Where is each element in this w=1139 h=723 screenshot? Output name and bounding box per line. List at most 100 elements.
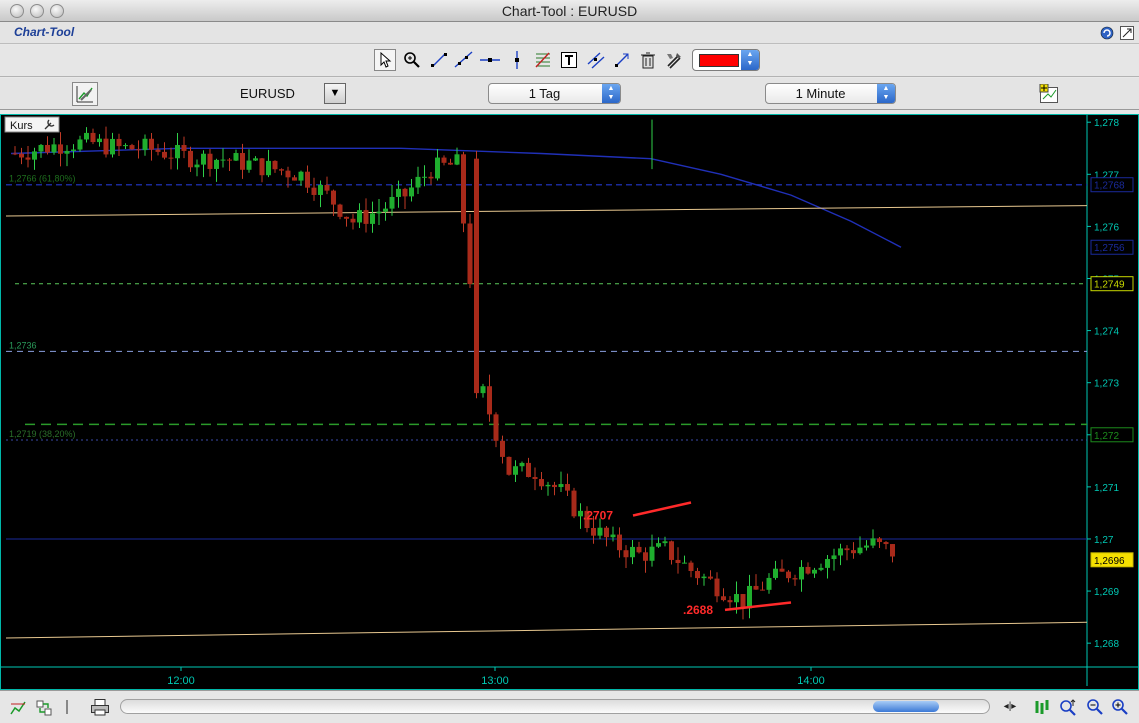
arrow-line-icon[interactable] [611, 49, 633, 71]
candle-body [324, 184, 330, 191]
zoom-out-icon[interactable] [1085, 698, 1105, 718]
candle-body [838, 548, 843, 556]
trash-icon[interactable] [637, 49, 659, 71]
candle-body [389, 196, 395, 209]
pointer-icon[interactable] [374, 49, 396, 71]
candle-body [214, 159, 219, 169]
candle-body [448, 162, 453, 165]
candle-body [487, 386, 492, 415]
indicator-icon[interactable] [8, 698, 28, 718]
candle-body [454, 154, 460, 165]
candle-body [526, 462, 531, 478]
annotation-line [632, 501, 692, 517]
color-stepper-icon: ▲ ▼ [741, 50, 759, 70]
candle-body [402, 188, 408, 197]
candle-body [805, 566, 811, 574]
candle-body [201, 153, 206, 165]
refresh-icon[interactable] [1100, 26, 1114, 40]
interval-select[interactable]: 1 Minute ▲ ▼ [765, 83, 896, 104]
candle-body [636, 546, 642, 553]
candle-body [519, 462, 525, 467]
line-color-swatch [699, 54, 739, 67]
horizontal-line-icon[interactable] [479, 49, 501, 71]
chart-settings-icon[interactable] [72, 82, 98, 106]
candle-body [227, 159, 232, 161]
candle-body [721, 596, 726, 601]
candle-body [747, 585, 752, 609]
tools-icon[interactable] [663, 49, 685, 71]
ray-line-icon[interactable] [452, 49, 474, 71]
parallel-lines-icon[interactable] [585, 49, 607, 71]
candle-body [441, 157, 447, 163]
candle-body [207, 153, 213, 169]
sync-icon[interactable] [34, 698, 54, 718]
candle-body [675, 559, 681, 564]
price-tick-label: 1,274 [1094, 327, 1119, 338]
candle-body [220, 159, 226, 161]
expand-icon[interactable] [1120, 26, 1134, 40]
annotation-label: .2688 [683, 603, 713, 617]
candle-body [558, 484, 564, 488]
print-icon[interactable] [90, 698, 110, 718]
candle-body [545, 484, 551, 487]
candle-body [532, 477, 538, 480]
moving-average-line [5, 205, 1088, 217]
candle-body [630, 546, 635, 558]
trend-line-icon[interactable] [428, 49, 450, 71]
candle-body [480, 386, 486, 394]
candle-body [552, 484, 557, 488]
candle-body [337, 204, 343, 217]
candle-body [350, 218, 356, 223]
window-title: Chart-Tool : EURUSD [501, 3, 638, 19]
candle-body [428, 176, 434, 179]
price-tag-label: 1,2768 [1094, 181, 1125, 192]
candle-body [883, 542, 889, 545]
candle-body [116, 138, 122, 147]
candle-body [610, 534, 616, 538]
candle-body [285, 170, 291, 178]
candle-body [97, 138, 102, 143]
candle-body [669, 541, 674, 560]
chart-type-icon[interactable] [1032, 698, 1052, 718]
candle-body [188, 150, 193, 168]
moving-average-line [5, 621, 1088, 639]
candle-body [344, 216, 349, 219]
period-select[interactable]: 1 Tag ▲ ▼ [488, 83, 621, 104]
candle-body [253, 158, 258, 161]
candle-body [19, 153, 24, 158]
bottom-toolbar: ◂|▸ [0, 690, 1139, 723]
candle-body [311, 187, 317, 195]
chart-area[interactable]: 1,2781,2771,2761,2751,2741,2731,2721,271… [0, 114, 1139, 690]
time-tick-label: 13:00 [481, 675, 509, 687]
candle-body [305, 171, 310, 188]
zoom-time-icon[interactable] [1058, 698, 1078, 718]
annotation-line [724, 601, 792, 612]
interval-stepper-icon: ▲ ▼ [877, 84, 895, 103]
scrollbar-thumb[interactable] [873, 701, 939, 712]
candle-body [266, 160, 271, 176]
candle-body [740, 594, 746, 609]
candle-body [370, 213, 375, 224]
text-icon[interactable] [558, 49, 580, 71]
price-chart[interactable]: 1,2781,2771,2761,2751,2741,2731,2721,271… [1, 115, 1138, 689]
zoom-icon[interactable] [401, 49, 423, 71]
zoom-in-icon[interactable] [1110, 698, 1130, 718]
candle-body [142, 138, 148, 151]
vertical-line-icon[interactable] [506, 49, 528, 71]
fibonacci-icon[interactable] [532, 49, 554, 71]
candle-body [779, 568, 785, 572]
candle-body [500, 440, 505, 457]
candle-body [818, 567, 824, 570]
candle-body [786, 571, 791, 579]
period-stepper-icon: ▲ ▼ [602, 84, 620, 103]
candle-body [461, 154, 466, 224]
scroll-arrows-icon[interactable]: ◂|▸ [995, 701, 1025, 721]
annotation-label: .2707 [583, 509, 613, 523]
add-chart-icon[interactable] [1038, 83, 1060, 105]
candle-body [149, 138, 154, 150]
time-scrollbar[interactable] [120, 699, 990, 714]
period-value: 1 Tag [528, 86, 561, 101]
symbol-dropdown-button[interactable]: ▼ [324, 83, 346, 104]
line-color-select[interactable]: ▲ ▼ [692, 49, 760, 71]
app-bar: Chart-Tool [0, 22, 1139, 44]
